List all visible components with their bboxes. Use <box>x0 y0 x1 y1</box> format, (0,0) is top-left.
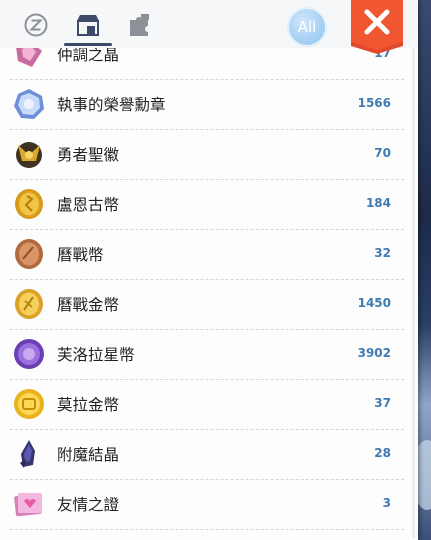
item-name: 曆戰金幣 <box>57 296 120 314</box>
item-name: 莫拉金幣 <box>57 396 120 414</box>
close-button[interactable] <box>350 0 404 54</box>
item-name: 盧恩古幣 <box>57 196 120 214</box>
gold-coin-icon <box>15 289 43 319</box>
tab-puzzle[interactable] <box>123 8 157 42</box>
currency-panel: All 仲調之晶 17 執事的榮譽勳章 1566 勇者聖徽 70 盧恩古幣 18… <box>0 0 418 540</box>
scrollbar[interactable] <box>412 48 415 538</box>
item-count: 3 <box>382 496 391 510</box>
item-name: 執事的榮譽勳章 <box>57 96 166 114</box>
list-item[interactable]: 附魔結晶 28 <box>0 430 418 480</box>
item-name: 附魔結晶 <box>57 446 120 464</box>
tab-zeny[interactable] <box>19 8 53 42</box>
list-item[interactable]: 執事的榮譽勳章 1566 <box>0 80 418 130</box>
tab-shop[interactable] <box>71 8 105 42</box>
item-count: 1450 <box>357 296 391 310</box>
list-item[interactable]: 莫拉金幣 37 <box>0 380 418 430</box>
item-count: 3902 <box>357 346 391 360</box>
item-name: 曆戰幣 <box>57 246 104 264</box>
item-count: 70 <box>374 146 391 160</box>
list-item[interactable]: 曆戰幣 32 <box>0 230 418 280</box>
all-button[interactable]: All <box>287 7 327 47</box>
list-item[interactable]: 曆戰金幣 1450 <box>0 280 418 330</box>
list-item[interactable]: 芙洛拉星幣 3902 <box>0 330 418 380</box>
list-item[interactable]: 友情之證 3 <box>0 480 418 530</box>
puzzle-icon <box>130 14 149 36</box>
item-count: 1566 <box>357 96 391 110</box>
item-name: 友情之證 <box>57 496 120 514</box>
gold-emblem-icon <box>16 142 42 168</box>
active-tab-indicator <box>64 43 112 46</box>
list-item[interactable]: 勇者聖徽 70 <box>0 130 418 180</box>
friendship-card-icon <box>14 493 42 517</box>
item-name: 芙洛拉星幣 <box>57 346 135 364</box>
item-count: 32 <box>374 246 391 260</box>
zeny-icon <box>24 13 48 37</box>
item-count: 28 <box>374 446 391 460</box>
bronze-coin-icon <box>15 239 43 269</box>
item-count: 184 <box>365 196 391 210</box>
enchant-crystal-icon <box>20 440 35 468</box>
shop-icon <box>77 15 99 36</box>
all-button-label: All <box>297 18 317 36</box>
item-name: 勇者聖徽 <box>57 146 120 164</box>
divider <box>10 529 404 530</box>
list-item[interactable]: 盧恩古幣 184 <box>0 180 418 230</box>
blue-medal-icon <box>14 89 44 119</box>
mora-coin-icon <box>14 389 44 419</box>
item-count: 37 <box>374 396 391 410</box>
rune-coin-icon <box>15 189 43 219</box>
purple-coin-icon <box>14 339 44 369</box>
